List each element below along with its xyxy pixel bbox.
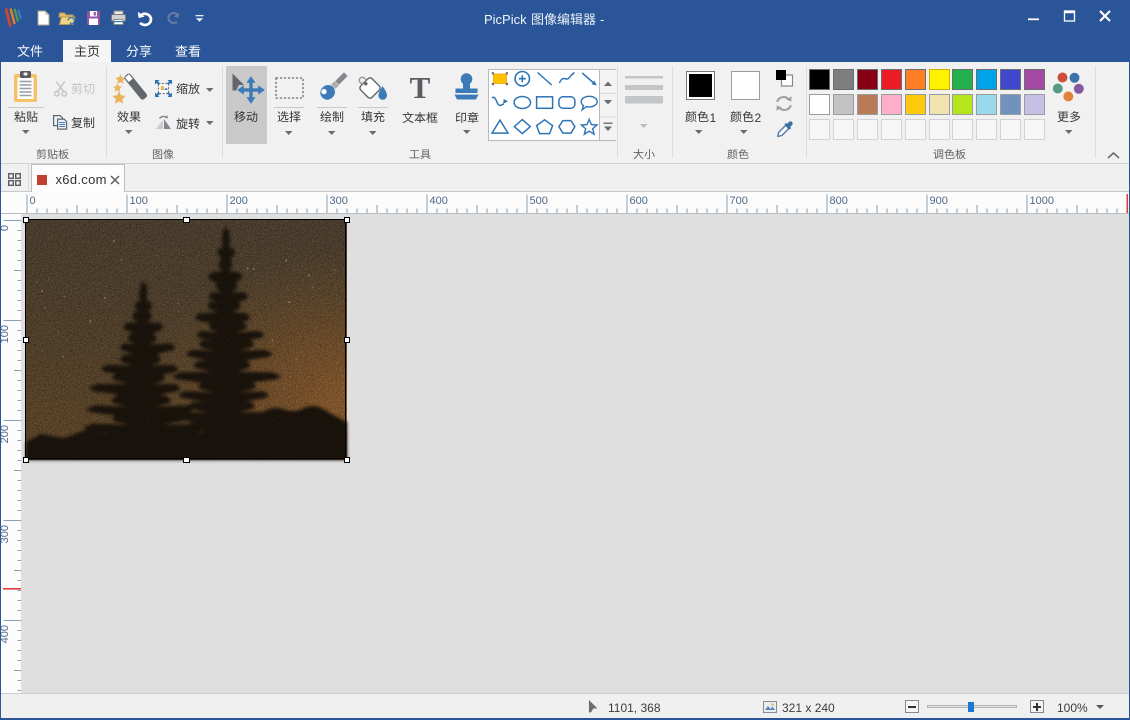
svg-text:200: 200	[0, 425, 11, 443]
svg-text:0: 0	[0, 225, 11, 231]
svg-text:100: 100	[0, 325, 11, 343]
svg-text:T: T	[410, 70, 431, 105]
svg-text:400: 400	[0, 625, 11, 643]
svg-text:300: 300	[0, 525, 11, 543]
